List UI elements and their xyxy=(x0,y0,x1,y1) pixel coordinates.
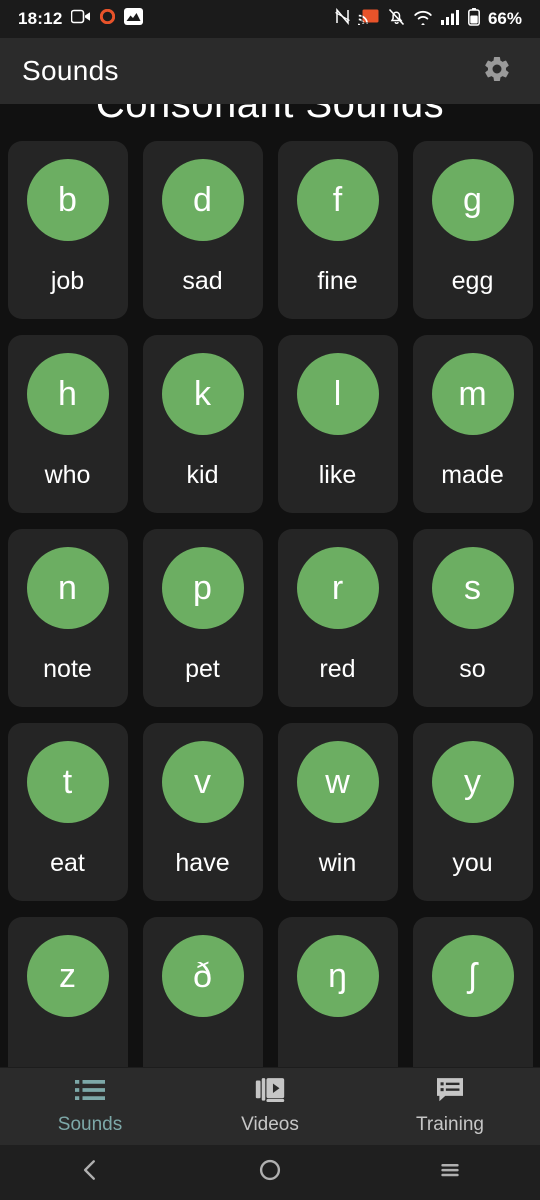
tab-sounds-label: Sounds xyxy=(57,1114,123,1135)
back-chevron-icon xyxy=(77,1157,103,1188)
phoneme-bubble: g xyxy=(431,159,514,241)
example-word: who xyxy=(44,461,91,489)
app-bar: Sounds xyxy=(0,38,540,104)
example-word: have xyxy=(175,849,230,877)
sound-card[interactable]: r red xyxy=(277,529,398,707)
phoneme-bubble: ʃ xyxy=(431,935,514,1017)
phoneme-bubble: d xyxy=(161,159,244,241)
screenshot-icon xyxy=(124,8,144,30)
android-system-nav xyxy=(0,1145,540,1200)
example-word: kid xyxy=(186,461,219,489)
status-time: 18:12 xyxy=(18,9,63,28)
sound-card[interactable]: k kid xyxy=(142,335,263,513)
example-word: pet xyxy=(185,655,220,683)
consonant-grid: b job d sad f fine g egg h who k kid l like m made n note… xyxy=(0,141,540,1067)
example-word: job xyxy=(50,267,85,295)
phoneme-bubble: y xyxy=(431,741,514,823)
tab-training-label: Training xyxy=(416,1114,484,1135)
phoneme-bubble: t xyxy=(26,741,109,823)
example-word: you xyxy=(452,849,493,877)
list-icon xyxy=(75,1077,105,1108)
section-title: Consonant Sounds xyxy=(95,104,445,126)
phoneme-bubble: f xyxy=(296,159,379,241)
sounds-scroll-area[interactable]: Consonant Sounds b job d sad f fine g egg h who k k… xyxy=(0,104,540,1067)
example-word: red xyxy=(319,655,356,683)
sound-card[interactable]: y you xyxy=(412,723,533,901)
example-word: sad xyxy=(182,267,223,295)
phoneme-bubble: w xyxy=(296,741,379,823)
sound-card[interactable]: w win xyxy=(277,723,398,901)
example-word: so xyxy=(459,655,486,683)
recents-button[interactable] xyxy=(360,1157,540,1188)
example-word: egg xyxy=(451,267,494,295)
wifi-icon xyxy=(413,9,433,30)
phoneme-bubble: z xyxy=(26,935,109,1017)
phoneme-bubble: v xyxy=(161,741,244,823)
settings-button[interactable] xyxy=(476,50,518,92)
notifications-muted-icon xyxy=(388,8,405,31)
gear-icon xyxy=(482,54,512,89)
record-dot-icon xyxy=(100,8,116,29)
battery-percent: 66% xyxy=(487,9,522,28)
home-button[interactable] xyxy=(180,1157,360,1188)
phoneme-bubble: h xyxy=(26,353,109,435)
video-library-icon xyxy=(255,1077,285,1108)
phoneme-bubble: p xyxy=(161,547,244,629)
bottom-navigation: Sounds Videos Training xyxy=(0,1067,540,1145)
phoneme-bubble: n xyxy=(26,547,109,629)
sound-card[interactable]: d sad xyxy=(142,141,263,319)
sound-card[interactable]: z xyxy=(7,917,128,1067)
phone-screen: 18:12 66% Sounds Consonant Sounds b job … xyxy=(0,0,540,1200)
app-bar-actions xyxy=(476,50,518,92)
tab-videos[interactable]: Videos xyxy=(180,1068,360,1145)
back-button[interactable] xyxy=(0,1157,180,1188)
cellular-signal-icon xyxy=(440,9,460,30)
sound-card[interactable]: ð xyxy=(142,917,263,1067)
phoneme-bubble: l xyxy=(296,353,379,435)
scroll-content: Consonant Sounds b job d sad f fine g egg h who k k… xyxy=(0,104,540,1067)
example-word: note xyxy=(43,655,92,683)
comment-list-icon xyxy=(435,1077,465,1108)
tab-training[interactable]: Training xyxy=(360,1068,540,1145)
cast-icon xyxy=(357,8,380,30)
sound-card[interactable]: p pet xyxy=(142,529,263,707)
sound-card[interactable]: t eat xyxy=(7,723,128,901)
sound-card[interactable]: ʃ xyxy=(412,917,533,1067)
sound-card[interactable]: f fine xyxy=(277,141,398,319)
battery-icon xyxy=(468,7,480,31)
sound-card[interactable]: b job xyxy=(7,141,128,319)
page-title: Sounds xyxy=(22,55,119,86)
phoneme-bubble: r xyxy=(296,547,379,629)
recents-menu-icon xyxy=(437,1157,463,1188)
sound-card[interactable]: m made xyxy=(412,335,533,513)
tab-sounds[interactable]: Sounds xyxy=(0,1068,180,1145)
example-word: like xyxy=(318,461,357,489)
phoneme-bubble: ð xyxy=(161,935,244,1017)
status-bar-left: 18:12 xyxy=(18,8,144,30)
phoneme-bubble: s xyxy=(431,547,514,629)
video-camera-icon xyxy=(71,9,91,29)
example-word: eat xyxy=(50,849,85,877)
nfc-icon xyxy=(335,7,350,30)
example-word: fine xyxy=(317,267,358,295)
sound-card[interactable]: n note xyxy=(7,529,128,707)
status-bar-right: 66% xyxy=(335,7,522,31)
status-bar: 18:12 66% xyxy=(0,0,540,38)
phoneme-bubble: ŋ xyxy=(296,935,379,1017)
example-word: win xyxy=(318,849,357,877)
sound-card[interactable]: g egg xyxy=(412,141,533,319)
example-word: made xyxy=(441,461,504,489)
sound-card[interactable]: h who xyxy=(7,335,128,513)
sound-card[interactable]: ŋ xyxy=(277,917,398,1067)
home-circle-icon xyxy=(257,1157,283,1188)
sound-card[interactable]: l like xyxy=(277,335,398,513)
tab-videos-label: Videos xyxy=(241,1114,299,1135)
sound-card[interactable]: s so xyxy=(412,529,533,707)
phoneme-bubble: b xyxy=(26,159,109,241)
sound-card[interactable]: v have xyxy=(142,723,263,901)
phoneme-bubble: k xyxy=(161,353,244,435)
phoneme-bubble: m xyxy=(431,353,514,435)
